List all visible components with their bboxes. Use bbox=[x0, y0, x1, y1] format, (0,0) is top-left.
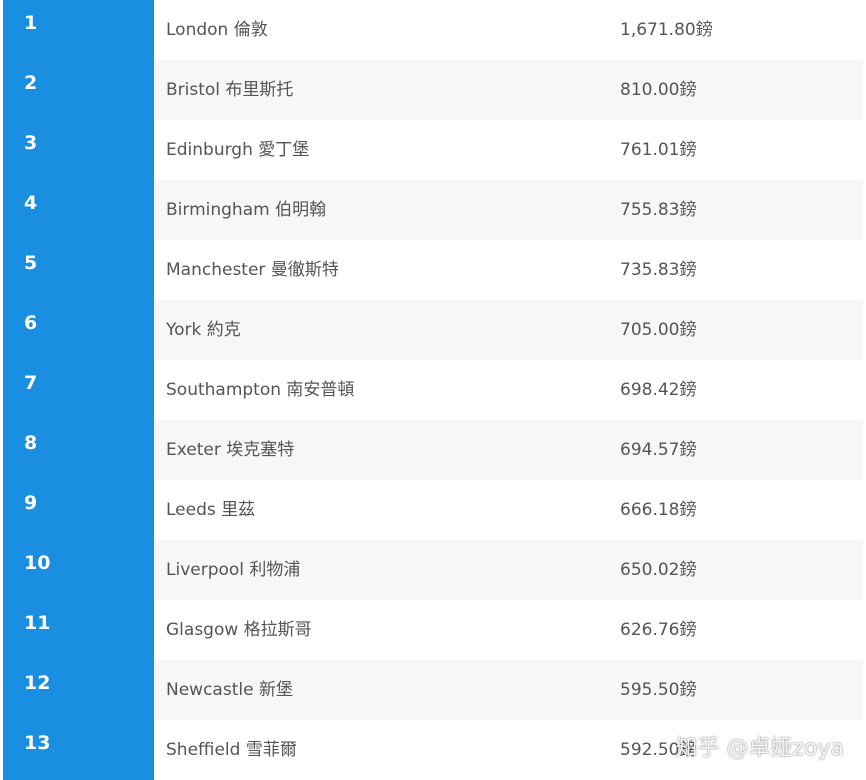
rank-cell: 7 bbox=[3, 360, 154, 420]
city-cell: York 約克 bbox=[154, 300, 620, 360]
price-cell: 666.18鎊 bbox=[620, 480, 863, 540]
rank-cell: 5 bbox=[3, 240, 154, 300]
rank-cell: 4 bbox=[3, 180, 154, 240]
table-row: 3 Edinburgh 愛丁堡 761.01鎊 bbox=[3, 120, 863, 180]
city-cell: Birmingham 伯明翰 bbox=[154, 180, 620, 240]
price-cell: 735.83鎊 bbox=[620, 240, 863, 300]
table-row: 10 Liverpool 利物浦 650.02鎊 bbox=[3, 540, 863, 600]
rank-cell: 12 bbox=[3, 660, 154, 720]
rank-cell: 10 bbox=[3, 540, 154, 600]
price-cell: 626.76鎊 bbox=[620, 600, 863, 660]
table-row: 9 Leeds 里茲 666.18鎊 bbox=[3, 480, 863, 540]
rank-cell: 2 bbox=[3, 60, 154, 120]
price-cell: 761.01鎊 bbox=[620, 120, 863, 180]
city-cell: Bristol 布里斯托 bbox=[154, 60, 620, 120]
price-cell: 592.50鎊 bbox=[620, 720, 863, 780]
city-cell: Sheffield 雪菲爾 bbox=[154, 720, 620, 780]
rank-cell: 3 bbox=[3, 120, 154, 180]
city-cell: Glasgow 格拉斯哥 bbox=[154, 600, 620, 660]
table-row: 4 Birmingham 伯明翰 755.83鎊 bbox=[3, 180, 863, 240]
city-cell: Southampton 南安普頓 bbox=[154, 360, 620, 420]
price-cell: 694.57鎊 bbox=[620, 420, 863, 480]
rank-cell: 6 bbox=[3, 300, 154, 360]
table-row: 13 Sheffield 雪菲爾 592.50鎊 bbox=[3, 720, 863, 780]
city-price-table: 1 London 倫敦 1,671.80鎊 2 Bristol 布里斯托 810… bbox=[3, 0, 863, 780]
table-row: 12 Newcastle 新堡 595.50鎊 bbox=[3, 660, 863, 720]
city-cell: Manchester 曼徹斯特 bbox=[154, 240, 620, 300]
rank-cell: 1 bbox=[3, 0, 154, 60]
price-cell: 698.42鎊 bbox=[620, 360, 863, 420]
price-cell: 810.00鎊 bbox=[620, 60, 863, 120]
city-cell: London 倫敦 bbox=[154, 0, 620, 60]
price-cell: 705.00鎊 bbox=[620, 300, 863, 360]
table-row: 11 Glasgow 格拉斯哥 626.76鎊 bbox=[3, 600, 863, 660]
rank-cell: 11 bbox=[3, 600, 154, 660]
price-cell: 650.02鎊 bbox=[620, 540, 863, 600]
table-row: 1 London 倫敦 1,671.80鎊 bbox=[3, 0, 863, 60]
price-cell: 595.50鎊 bbox=[620, 660, 863, 720]
table-row: 7 Southampton 南安普頓 698.42鎊 bbox=[3, 360, 863, 420]
city-cell: Newcastle 新堡 bbox=[154, 660, 620, 720]
city-cell: Exeter 埃克塞特 bbox=[154, 420, 620, 480]
table-row: 6 York 約克 705.00鎊 bbox=[3, 300, 863, 360]
rank-cell: 8 bbox=[3, 420, 154, 480]
city-cell: Leeds 里茲 bbox=[154, 480, 620, 540]
city-cell: Edinburgh 愛丁堡 bbox=[154, 120, 620, 180]
city-cell: Liverpool 利物浦 bbox=[154, 540, 620, 600]
price-cell: 755.83鎊 bbox=[620, 180, 863, 240]
price-cell: 1,671.80鎊 bbox=[620, 0, 863, 60]
rank-cell: 9 bbox=[3, 480, 154, 540]
table-row: 5 Manchester 曼徹斯特 735.83鎊 bbox=[3, 240, 863, 300]
table-row: 2 Bristol 布里斯托 810.00鎊 bbox=[3, 60, 863, 120]
table-row: 8 Exeter 埃克塞特 694.57鎊 bbox=[3, 420, 863, 480]
rank-cell: 13 bbox=[3, 720, 154, 780]
